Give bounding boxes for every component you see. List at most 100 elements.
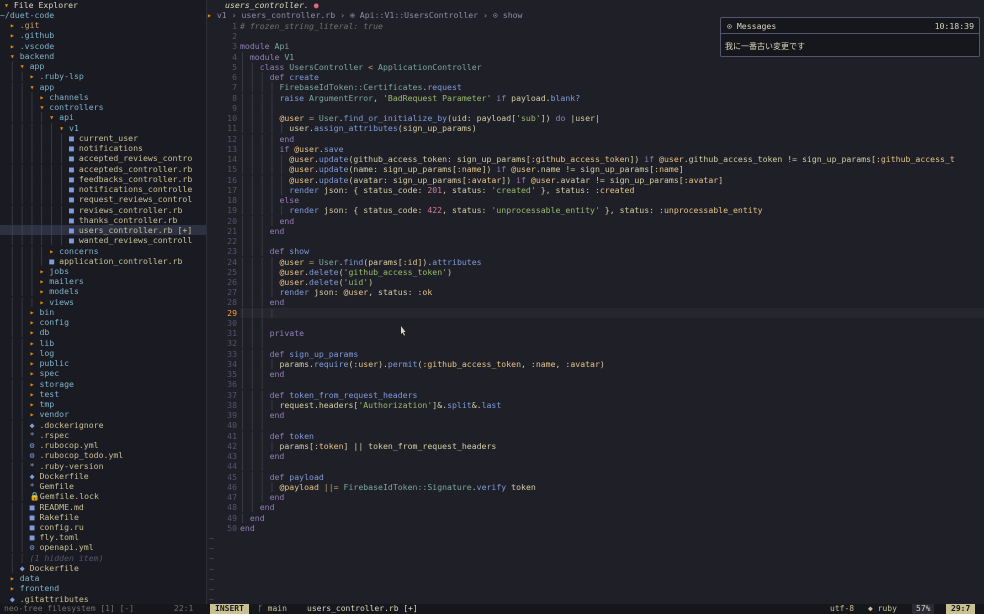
tree-file-item[interactable]: ◆ .gitattributes [0,594,206,604]
tree-file-item[interactable]: │ │ ⚙ .rubocop_todo.yml [0,450,206,460]
code-line[interactable]: │ │ │ │ @user = User.find_or_initialize_… [240,113,984,123]
code-line[interactable]: end [240,523,984,533]
tree-folder-item[interactable]: │ │ │ ▸ views [0,297,206,307]
tree-folder-item[interactable]: │ │ ▸ bin [0,307,206,317]
tree-file-item[interactable]: │ │ ■ config.ru [0,522,206,532]
tree-file-item[interactable]: │ │ * .rspec [0,430,206,440]
tree-file-item[interactable]: │ │ │ │ │ │ ■ users_controller.rb [+] [0,225,206,236]
tree-folder-item[interactable]: │ │ ▸ test [0,389,206,399]
tree-folder-item[interactable]: │ │ ▸ public [0,358,206,368]
tree-file-item[interactable]: │ │ ⚙ openapi.yml [0,542,206,552]
tree-folder-item[interactable]: ▸ data [0,573,206,583]
code-line[interactable]: │ │ │ end [240,492,984,502]
tree-folder-item[interactable]: ▸ .vscode [0,41,206,51]
tree-folder-item[interactable]: │ │ ▸ log [0,348,206,358]
tree-folder-item[interactable]: ~/duet-code [0,10,206,20]
tree-file-item[interactable]: │ │ ■ Rakefile [0,512,206,522]
code-line[interactable]: │ │ │ │ @user = User.find(params[:id]).a… [240,257,984,267]
code-line[interactable]: │ │ │ def token_from_request_headers [240,390,984,400]
code-line[interactable]: │ │ │ │ end [240,134,984,144]
tree-file-item[interactable]: │ │ │ │ │ │ ■ feedbacks_controller.rb [0,174,206,184]
code-line[interactable]: │ │ │ │ │ user.assign_attributes(sign_up… [240,123,984,133]
code-line[interactable]: │ │ │ │ render json: @user, status: :ok [240,287,984,297]
tree-folder-item[interactable]: ▸ frontend [0,583,206,593]
tree-file-item[interactable]: │ │ ■ fly.toml [0,532,206,542]
code-line[interactable]: │ │ │ │ [240,103,984,113]
code-line[interactable]: │ │ │ │ raise ArgumentError, 'BadRequest… [240,93,984,103]
tree-file-item[interactable]: │ │ │ │ │ │ ■ current_user [0,133,206,143]
tree-file-item[interactable]: │ │ │ │ │ │ ■ reviews_controller.rb [0,205,206,215]
tree-file-item[interactable]: │ │ │ │ │ │ ■ notifications [0,143,206,153]
tree-folder-item[interactable]: ▸ .github [0,30,206,40]
code-line[interactable]: │ │ end [240,502,984,512]
tree-file-item[interactable]: │ │ │ │ │ │ ■ notifications_controlle [0,184,206,194]
tree-folder-item[interactable]: │ │ │ ▾ controllers [0,102,206,112]
tree-folder-item[interactable]: │ │ ▸ lib [0,338,206,348]
code-line[interactable]: │ │ │ │ end [240,216,984,226]
code-line[interactable]: │ │ │ │ params[:token] || token_from_req… [240,441,984,451]
tree-file-item[interactable]: │ │ ■ README.md [0,502,206,512]
code-line[interactable]: │ │ │ end [240,451,984,461]
tree-folder-item[interactable]: │ │ ▸ .ruby-lsp [0,71,206,81]
code-line[interactable]: │ │ │ [240,236,984,246]
code-line[interactable]: │ │ │ [240,338,984,348]
tree-folder-item[interactable]: ▸ .git [0,20,206,30]
tree-file-item[interactable]: │ │ ◆ .dockerignore [0,420,206,430]
tree-file-item[interactable]: │ │ ⚙ .rubocop.yml [0,440,206,450]
code-line[interactable]: │ │ │ │ params.require(:user).permit(:gi… [240,359,984,369]
code-line[interactable]: │ │ │ [240,318,984,328]
tree-folder-item[interactable]: │ │ ▸ spec [0,368,206,378]
tree-folder-item[interactable]: │ │ │ ▸ channels [0,92,206,102]
tree-folder-item[interactable]: ▾ backend [0,51,206,61]
tree-file-item[interactable]: │ │ ◆ Dockerfile [0,471,206,481]
tree-folder-item[interactable]: │ │ ▸ vendor [0,409,206,419]
code-line[interactable]: │ │ │ def create [240,72,984,82]
tree-file-item[interactable]: │ │ │ │ │ │ ■ request_reviews_control [0,194,206,204]
code-line[interactable]: │ │ class UsersController < ApplicationC… [240,62,984,72]
tree-folder-item[interactable]: │ │ │ ▸ models [0,286,206,296]
code-line[interactable]: │ │ │ │ request.headers['Authorization']… [240,400,984,410]
code-editor[interactable]: users_controller. ● ▸ v1 › users_control… [207,0,984,604]
tree-folder-item[interactable]: │ │ │ │ ▾ api [0,112,206,122]
code-line[interactable]: │ │ │ end [240,297,984,307]
tree-file-item[interactable]: │ │ * .ruby-version [0,461,206,471]
tree-folder-item[interactable]: │ │ ▸ config [0,317,206,327]
code-line[interactable]: │ │ │ │ │ render json: { status_code: 42… [240,205,984,215]
tree-file-item[interactable]: │ │ │ │ │ │ ■ accepted_reviews_contro [0,153,206,163]
tree-folder-item[interactable]: │ │ │ ▸ mailers [0,276,206,286]
code-line[interactable]: │ │ │ │ │ @user.update(avatar: sign_up_p… [240,175,984,185]
code-line[interactable]: │ │ │ [240,379,984,389]
code-line[interactable]: │ │ │ end [240,369,984,379]
code-line[interactable]: │ │ │ │ @user.delete('github_access_toke… [240,267,984,277]
code-line[interactable]: │ │ │ │ │ render json: { status_code: 20… [240,185,984,195]
tree-file-item[interactable]: │ ◆ Dockerfile [0,563,206,573]
tree-file-item[interactable]: │ │ │ │ │ │ ■ thanks_controller.rb [0,215,206,225]
code-line[interactable]: │ │ │ def sign_up_params [240,349,984,359]
code-line[interactable]: │ │ │ def token [240,431,984,441]
tree-file-item[interactable]: │ │ * Gemfile [0,481,206,491]
code-line[interactable]: │ │ │ end [240,410,984,420]
code-line[interactable]: │ end [240,513,984,523]
tree-folder-item[interactable]: │ │ ▸ db [0,327,206,337]
code-line[interactable]: │ │ │ private [240,328,984,338]
tree-file-item[interactable]: │ │ │ │ │ │ ■ wanted_reviews_controll [0,235,206,245]
cursor-line[interactable]: │ │ │ │ [240,307,984,318]
tree-folder-item[interactable]: │ │ ▾ app [0,82,206,92]
tab-users-controller[interactable]: users_controller. ● [225,0,319,10]
code-line[interactable]: │ │ │ [240,461,984,471]
code-line[interactable]: │ │ │ │ FirebaseIdToken::Certificates.re… [240,82,984,92]
code-line[interactable]: │ │ │ │ if @user.save [240,144,984,154]
tree-file-item[interactable]: │ │ 🔒Gemfile.lock [0,491,206,501]
code-line[interactable]: │ │ │ │ @payload ||= FirebaseIdToken::Si… [240,482,984,492]
tree-folder-item[interactable]: │ ▾ app [0,61,206,71]
code-line[interactable]: │ │ │ [240,420,984,430]
code-line[interactable]: │ │ │ │ @user.delete('uid') [240,277,984,287]
tree-folder-item[interactable]: │ │ │ │ │ ▾ v1 [0,123,206,133]
tree-folder-item[interactable]: │ │ │ │ ▸ concerns [0,246,206,256]
code-line[interactable]: │ │ │ │ │ @user.update(name: sign_up_par… [240,164,984,174]
tree-file-item[interactable]: │ │ │ │ │ │ ■ accepteds_controller.rb [0,164,206,174]
code-line[interactable]: │ │ │ end [240,226,984,236]
code-line[interactable]: │ │ │ def show [240,246,984,256]
messages-notification[interactable]: ⊙ Messages 10:18:39 我に一番古い変更です [720,17,980,57]
tree-folder-item[interactable]: │ │ │ ▸ jobs [0,266,206,276]
